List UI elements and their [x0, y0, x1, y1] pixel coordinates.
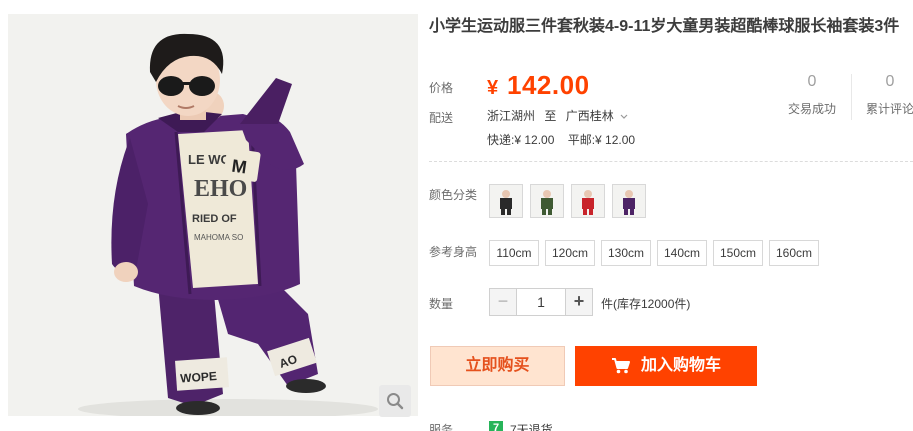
swatch-red-thumb — [572, 185, 604, 217]
shipping-to: 至 — [544, 109, 557, 123]
deals-stat[interactable]: 0 交易成功 — [774, 72, 850, 117]
color-option-red[interactable] — [571, 184, 605, 218]
add-to-cart-label: 加入购物车 — [640, 357, 721, 374]
add-to-cart-button[interactable]: 加入购物车 — [575, 346, 757, 386]
price-label: 价格 — [429, 81, 454, 95]
product-page: WOPE AO LE WOR EHO RIED OF MAHOMA SO M 小… — [0, 0, 913, 431]
service-label: 服务 — [429, 423, 454, 431]
zoom-button[interactable] — [379, 385, 411, 417]
deals-count: 0 — [807, 73, 817, 90]
product-title: 小学生运动服三件套秋装4-9-11岁大童男装超酷棒球服长袖套装3件 — [429, 18, 900, 35]
product-detail-panel: ⋯⋯ 小学生运动服三件套秋装4-9-11岁大童男装超酷棒球服长袖套装3件 价格 … — [429, 0, 913, 431]
shipping-fees: 快递:¥ 12.00 平邮:¥ 12.00 — [487, 133, 636, 147]
shipping-label: 配送 — [429, 111, 454, 125]
divider — [429, 161, 913, 162]
shipping-destination-select[interactable]: 广西桂林 — [566, 109, 628, 123]
size-option-130[interactable]: 130cm — [601, 240, 651, 266]
reviews-count: 0 — [885, 73, 895, 90]
size-option-150[interactable]: 150cm — [713, 240, 763, 266]
quantity-decrease-button[interactable]: − — [490, 289, 517, 315]
price-currency: ¥ — [487, 77, 499, 99]
shipping-origin: 浙江湖州 — [487, 109, 536, 123]
size-option-140[interactable]: 140cm — [657, 240, 707, 266]
stock-info: 件(库存12000件) — [601, 297, 691, 311]
swatch-green-thumb — [531, 185, 563, 217]
size-label: 参考身高 — [429, 245, 478, 259]
reviews-stat[interactable]: 0 累计评论 — [852, 72, 913, 117]
swatch-purple-thumb — [613, 185, 645, 217]
swatch-black-thumb — [490, 185, 522, 217]
color-label: 颜色分类 — [429, 188, 478, 202]
deals-label: 交易成功 — [787, 102, 836, 116]
size-option-110[interactable]: 110cm — [489, 240, 539, 266]
shipping-destination: 广西桂林 — [565, 109, 614, 123]
product-photo: WOPE AO LE WOR EHO RIED OF MAHOMA SO M — [8, 14, 418, 416]
product-image[interactable]: WOPE AO LE WOR EHO RIED OF MAHOMA SO M — [8, 14, 418, 416]
shirt-print-line-4: MAHOMA SO — [194, 233, 243, 242]
chevron-down-icon — [620, 114, 628, 119]
shirt-print-line-2: EHO — [194, 176, 247, 202]
quantity-input[interactable] — [517, 289, 565, 315]
color-option-purple[interactable] — [612, 184, 646, 218]
shirt-print-line-3: RIED OF — [192, 213, 237, 225]
reviews-label: 累计评论 — [865, 102, 913, 116]
buy-now-button[interactable]: 立即购买 — [430, 346, 565, 386]
magnifier-icon — [387, 393, 404, 410]
corner-decoration: ⋯⋯ — [881, 0, 911, 5]
color-option-black[interactable] — [489, 184, 523, 218]
size-option-120[interactable]: 120cm — [545, 240, 595, 266]
return-badge-icon: 7 — [489, 421, 503, 431]
quantity-label: 数量 — [429, 297, 454, 311]
price-value: 142.00 — [507, 70, 590, 100]
shipping-route: 浙江湖州 至 广西桂林 — [487, 107, 628, 124]
cart-icon — [611, 357, 631, 375]
pants-print-left: WOPE — [180, 369, 218, 386]
sleeve-badge: M — [230, 156, 248, 178]
service-text[interactable]: 7天退货 — [510, 421, 553, 431]
sales-stats: 0 交易成功 0 累计评论 — [760, 72, 913, 122]
quantity-increase-button[interactable]: + — [565, 289, 592, 315]
color-option-green[interactable] — [530, 184, 564, 218]
quantity-stepper: − + — [489, 288, 593, 316]
size-option-160[interactable]: 160cm — [769, 240, 819, 266]
